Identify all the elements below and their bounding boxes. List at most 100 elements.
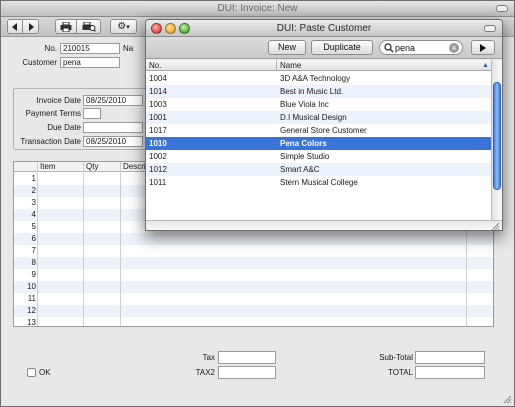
operations-menu-button[interactable]: ⚙▾	[110, 19, 137, 34]
grid-column-header[interactable]: Descri	[123, 162, 146, 172]
customer-number: 1011	[149, 178, 167, 187]
table-row[interactable]: 6	[14, 233, 493, 245]
ok-checkbox[interactable]	[27, 368, 36, 377]
list-item[interactable]: 1010 Pena Colors	[146, 137, 491, 150]
minimize-window-button[interactable]	[165, 23, 176, 34]
row-number: 2	[31, 186, 36, 195]
customer-number: 1014	[149, 87, 167, 96]
tax-label: Tax	[202, 353, 215, 362]
close-window-button[interactable]	[151, 23, 162, 34]
resize-grip[interactable]	[503, 395, 512, 404]
customer-name: Smart A&C	[280, 165, 320, 174]
table-row[interactable]: 12	[14, 305, 493, 317]
horizontal-scrollbar[interactable]	[146, 220, 502, 230]
new-button[interactable]: New	[268, 40, 306, 55]
sort-ascending-icon: ▲	[482, 62, 489, 69]
print-button[interactable]	[55, 19, 77, 34]
table-row[interactable]: 7	[14, 245, 493, 257]
search-icon	[384, 43, 394, 55]
zoom-window-button[interactable]	[179, 23, 190, 34]
list-item[interactable]: 1004 3D A&A Technology	[146, 72, 491, 85]
customer-number: 1012	[149, 165, 167, 174]
clear-search-icon[interactable]: ×	[449, 43, 459, 53]
column-divider	[276, 60, 277, 71]
transaction-date-field[interactable]: 08/25/2010	[83, 136, 143, 147]
customer-name: Simple Studio	[280, 152, 330, 161]
print-preview-button[interactable]	[77, 19, 101, 34]
customer-number: 1002	[149, 152, 167, 161]
row-number: 10	[27, 282, 36, 291]
invoice-date-label: Invoice Date	[36, 96, 81, 105]
print-preview-icon	[82, 21, 96, 34]
customer-name: Stern Musical College	[280, 178, 358, 187]
previous-record-button[interactable]	[7, 19, 23, 34]
grid-column-header[interactable]: Qty	[86, 162, 98, 172]
customer-list[interactable]: No. Name ▲ 1004 3D A&A Technology 1014 Best…	[146, 60, 502, 220]
customer-field[interactable]: pena	[60, 57, 120, 68]
invoice-number-field[interactable]: 210015	[60, 43, 120, 54]
table-row[interactable]: 11	[14, 293, 493, 305]
customer-number: 1017	[149, 126, 167, 135]
arrow-right-icon	[27, 23, 35, 33]
invoice-number-label: No.	[44, 44, 57, 53]
tax-field[interactable]	[218, 351, 276, 364]
chevron-down-icon: ▾	[126, 23, 130, 31]
play-arrow-icon	[479, 44, 487, 54]
vertical-scrollbar[interactable]	[491, 60, 502, 220]
row-number: 7	[31, 246, 36, 255]
customer-name: Blue Viola Inc	[280, 100, 329, 109]
list-item[interactable]: 1003 Blue Viola Inc	[146, 98, 491, 111]
invoice-date-field[interactable]: 08/25/2010	[83, 95, 143, 106]
printer-icon	[60, 21, 72, 34]
table-row[interactable]: 10	[14, 281, 493, 293]
subtotal-label: Sub-Total	[379, 353, 413, 362]
list-item[interactable]: 1002 Simple Studio	[146, 150, 491, 163]
list-item[interactable]: 1012 Smart A&C	[146, 163, 491, 176]
list-item[interactable]: 1017 General Store Customer	[146, 124, 491, 137]
row-number: 4	[31, 210, 36, 219]
column-header-number[interactable]: No.	[149, 60, 161, 71]
list-item[interactable]: 1014 Best in Music Ltd.	[146, 85, 491, 98]
arrow-left-icon	[11, 23, 19, 33]
customer-name: Pena Colors	[280, 139, 327, 148]
row-number: 5	[31, 222, 36, 231]
customer-label: Customer	[22, 58, 57, 67]
resize-grip[interactable]	[491, 222, 500, 230]
grid-column-divider	[37, 162, 38, 326]
payment-terms-label: Payment Terms	[25, 109, 81, 118]
go-button[interactable]	[471, 40, 495, 55]
total-field[interactable]	[415, 366, 485, 379]
grid-column-header[interactable]: Item	[40, 162, 56, 172]
row-number: 9	[31, 270, 36, 279]
paste-window-titlebar[interactable]: DUI: Paste Customer	[146, 20, 502, 37]
due-date-field[interactable]	[83, 122, 143, 133]
column-header-name[interactable]: Name	[280, 60, 301, 71]
table-row[interactable]: 8	[14, 257, 493, 269]
next-record-button[interactable]	[23, 19, 39, 34]
toolbar-toggle-button[interactable]	[484, 25, 496, 32]
invoice-window-title: DUI: Invoice: New	[217, 3, 298, 14]
customer-name: Best in Music Ltd.	[280, 87, 344, 96]
customer-list-header: No. Name ▲	[146, 60, 491, 71]
row-number: 1	[31, 174, 36, 183]
total-label: TOTAL	[387, 368, 413, 377]
subtotal-field[interactable]	[415, 351, 485, 364]
name-label: Na	[123, 44, 134, 53]
grid-column-divider	[83, 162, 84, 326]
customer-number: 1001	[149, 113, 167, 122]
payment-terms-field[interactable]	[83, 108, 101, 119]
duplicate-button[interactable]: Duplicate	[311, 40, 373, 55]
grid-column-divider	[120, 162, 121, 326]
search-field[interactable]: ×	[379, 40, 463, 55]
list-item[interactable]: 1001 D.I Musical Design	[146, 111, 491, 124]
tax2-field[interactable]	[218, 366, 276, 379]
tax2-label: TAX2	[195, 368, 215, 377]
toolbar-toggle-button[interactable]	[496, 5, 508, 12]
customer-number: 1004	[149, 74, 167, 83]
vertical-scroll-thumb[interactable]	[493, 82, 501, 190]
search-input[interactable]	[395, 42, 445, 53]
list-item[interactable]: 1011 Stern Musical College	[146, 176, 491, 189]
table-row[interactable]: 13	[14, 317, 493, 326]
table-row[interactable]: 9	[14, 269, 493, 281]
invoice-window-titlebar[interactable]: DUI: Invoice: New	[1, 1, 514, 17]
